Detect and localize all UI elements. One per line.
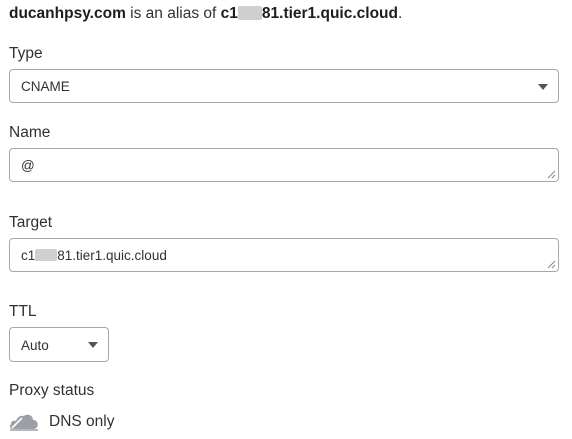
target-value-suffix: 81.tier1.quic.cloud: [57, 248, 167, 263]
summary-target-suffix: 81.tier1.quic.cloud: [261, 5, 398, 22]
resize-grip-icon[interactable]: [547, 170, 556, 179]
chevron-down-icon: [538, 84, 548, 90]
chevron-down-icon: [88, 342, 98, 348]
summary-end: .: [398, 5, 403, 22]
target-input-value: c1 81.tier1.quic.cloud: [21, 239, 167, 273]
cloud-icon: [9, 414, 38, 431]
name-input[interactable]: @: [9, 148, 559, 182]
proxy-status-label: Proxy status: [9, 382, 95, 399]
dns-record-form: ducanhpsy.com is an alias of c1 81.tier1.…: [0, 0, 572, 439]
summary-target-prefix: c1: [220, 5, 238, 22]
type-select-value: CNAME: [21, 79, 70, 94]
target-input[interactable]: c1 81.tier1.quic.cloud: [9, 238, 559, 272]
name-input-value: @: [21, 158, 35, 173]
proxy-status: DNS only: [9, 410, 209, 434]
redacted-segment: [237, 6, 262, 20]
summary-middle-text: is an alias of: [125, 5, 221, 22]
type-select[interactable]: CNAME: [9, 69, 559, 103]
ttl-select[interactable]: Auto: [9, 327, 109, 362]
type-label: Type: [9, 45, 43, 62]
target-value-prefix: c1: [21, 248, 36, 263]
ttl-label: TTL: [9, 303, 37, 320]
record-summary: ducanhpsy.com is an alias of c1 81.tier1.…: [9, 4, 402, 24]
resize-grip-icon[interactable]: [547, 260, 556, 269]
name-label: Name: [9, 124, 51, 141]
summary-target: c1 81.tier1.quic.cloud: [221, 5, 398, 22]
proxy-status-value: DNS only: [49, 413, 115, 430]
target-label: Target: [9, 214, 53, 231]
summary-domain: ducanhpsy.com: [9, 5, 126, 22]
ttl-select-value: Auto: [21, 338, 49, 353]
redacted-segment: [35, 249, 58, 261]
